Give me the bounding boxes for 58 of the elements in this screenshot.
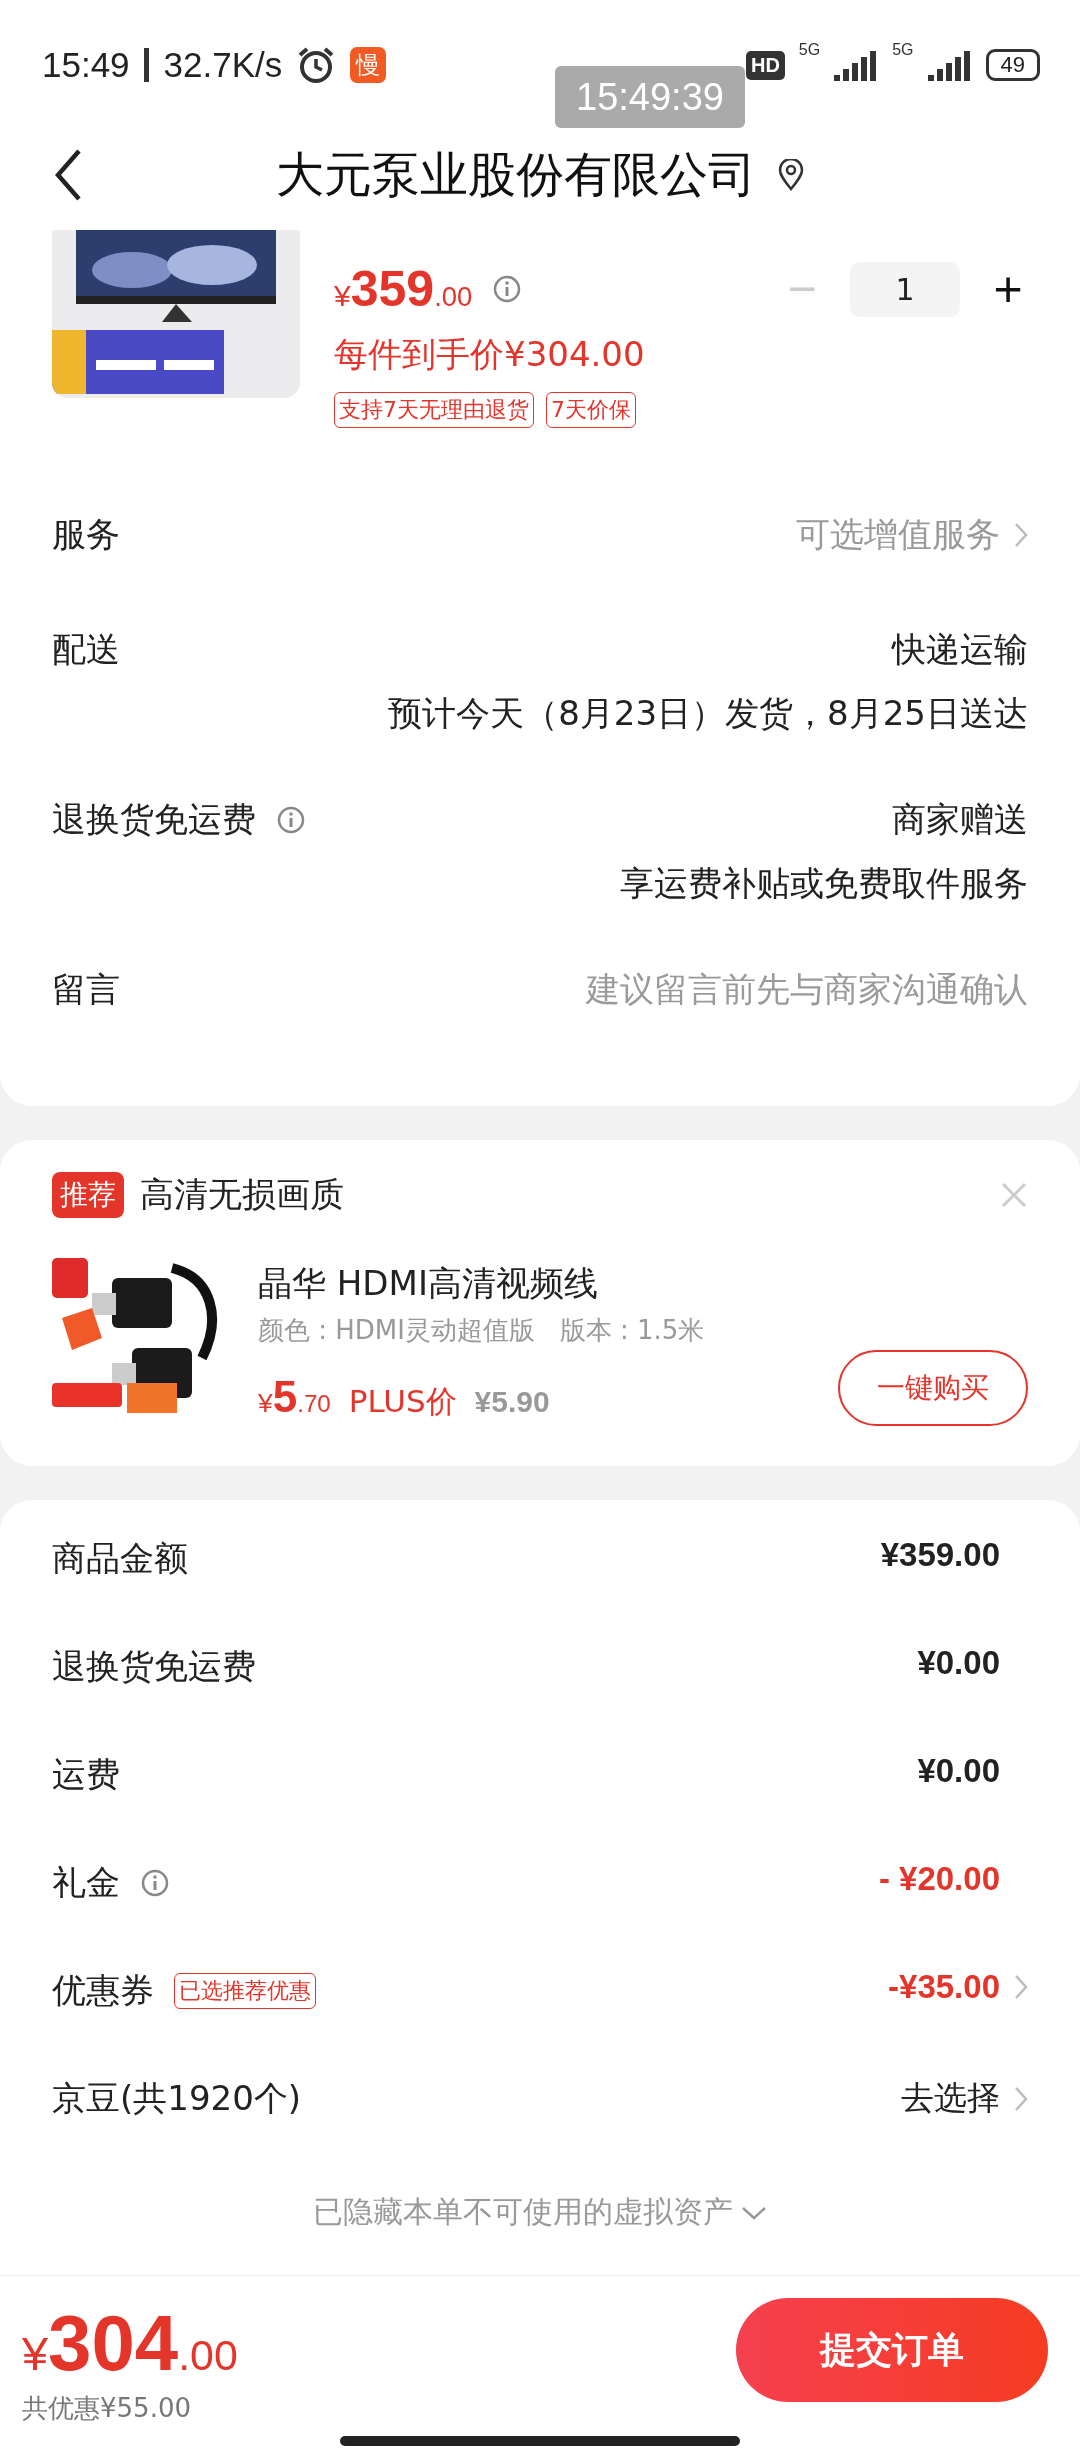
row-label: 服务 — [52, 513, 120, 556]
amount-value: ¥0.00 — [917, 1752, 1000, 1790]
location-pin-icon — [778, 159, 804, 191]
hidden-assets-note[interactable]: 已隐藏本单不可使用的虚拟资产 — [313, 2192, 733, 2233]
total-price: ¥304.00 — [22, 2298, 238, 2389]
hd-badge: HD — [745, 50, 785, 80]
signal-icon — [927, 49, 972, 81]
row-label: 退换货免运费 — [52, 1645, 256, 1688]
signal-icon — [834, 49, 879, 81]
page-title: 大元泵业股份有限公司 — [276, 145, 756, 204]
clock-overlay: 15:49:39 — [555, 66, 745, 128]
recommend-product-name[interactable]: 晶华 HDMI高清视频线 — [258, 1261, 808, 1307]
info-icon[interactable] — [276, 805, 306, 835]
row-label: 退换货免运费 — [52, 798, 256, 841]
app-badge: 慢 — [350, 47, 387, 83]
info-icon[interactable] — [140, 1868, 170, 1898]
buy-now-button[interactable]: 一键购买 — [838, 1350, 1028, 1426]
row-label: 商品金额 — [52, 1537, 188, 1580]
row-label: 优惠券 — [52, 1969, 154, 2012]
row-detail: 享运费补贴或免费取件服务 — [620, 862, 1028, 905]
coupon-tag: 已选推荐优惠 — [174, 1973, 316, 2009]
recommend-badge: 推荐 — [52, 1172, 124, 1218]
row-value[interactable]: 可选增值服务 — [796, 512, 1000, 558]
row-value: 快递运输 — [892, 628, 1028, 671]
quantity-field[interactable]: 1 — [850, 261, 960, 317]
row-value: 商家赠送 — [892, 798, 1028, 841]
row-label: 留言 — [52, 968, 120, 1011]
plus-price-label: PLUS价 — [348, 1382, 457, 1421]
network-speed: 32.7K/s — [163, 45, 283, 85]
original-price: ¥5.90 — [474, 1385, 550, 1419]
recommend-title: 高清无损画质 — [140, 1173, 344, 1216]
battery-indicator: 49 — [985, 49, 1040, 81]
divider-bar-icon — [143, 48, 150, 82]
total-discount: 共优惠¥55.00 — [22, 2392, 192, 2425]
info-icon[interactable] — [492, 274, 523, 304]
row-label: 京豆(共1920个) — [52, 2077, 302, 2120]
service-tag: 7天价保 — [546, 392, 636, 428]
discount-value: - ¥20.00 — [878, 1860, 1000, 1898]
select-link[interactable]: 去选择 — [901, 2076, 1000, 2121]
chevron-down-icon — [741, 2205, 767, 2220]
row-detail: 预计今天（8月23日）发货，8月25日送达 — [388, 692, 1028, 735]
plus-button[interactable]: + — [988, 264, 1028, 314]
amount-value: ¥359.00 — [880, 1536, 1000, 1574]
submit-order-button[interactable]: 提交订单 — [736, 2298, 1048, 2402]
network-type: 5G — [892, 41, 914, 59]
final-price: 每件到手价¥304.00 — [334, 333, 646, 376]
service-tag: 支持7天无理由退货 — [334, 392, 534, 428]
status-time: 15:49 — [42, 45, 130, 85]
amount-value: ¥0.00 — [917, 1644, 1000, 1682]
row-value: 建议留言前先与商家沟通确认 — [586, 968, 1028, 1011]
row-label: 礼金 — [52, 1861, 120, 1904]
row-label: 运费 — [52, 1753, 120, 1796]
discount-value: -¥35.00 — [888, 1968, 1000, 2006]
recommend-price: ¥5.70 — [258, 1372, 331, 1422]
product-spec: 颜色 : HDMI灵动超值版 版本 : 1.5米 — [258, 1314, 706, 1347]
network-type: 5G — [798, 41, 821, 59]
product-price: ¥359.00 — [334, 260, 473, 318]
row-label: 配送 — [52, 628, 120, 671]
